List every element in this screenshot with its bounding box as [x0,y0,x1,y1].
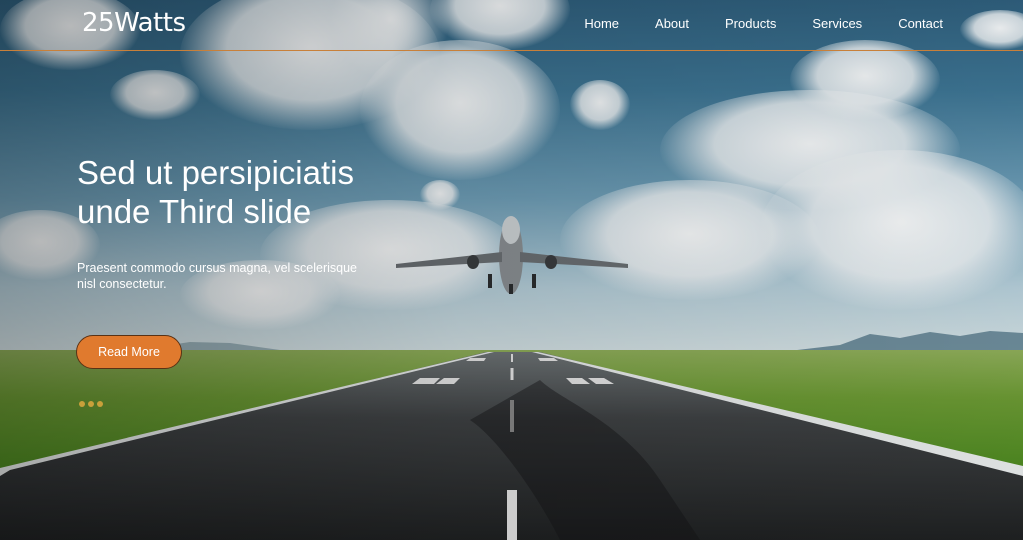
logo[interactable]: 25Watts [82,8,186,38]
hero-title: Sed ut persipiciatis unde Third slide [77,153,457,231]
hero-title-line1: Sed ut persipiciatis [77,154,354,191]
read-more-button[interactable]: Read More [76,335,182,369]
nav-contact[interactable]: Contact [880,16,1023,32]
slide-indicator-dot[interactable] [97,401,103,407]
hero-title-line2: unde Third slide [77,193,312,230]
nav-products[interactable]: Products [707,16,794,32]
site-header: 25Watts Home About Products Services Con… [0,0,1023,51]
main-nav: Home About Products Services Contact [566,16,1023,32]
slide-indicator-dot[interactable] [88,401,94,407]
nav-about[interactable]: About [637,16,707,32]
nav-home[interactable]: Home [566,16,637,32]
slide-indicators [79,401,103,407]
nav-services[interactable]: Services [794,16,880,32]
hero-description: Praesent commodo cursus magna, vel scele… [77,261,357,291]
slide-indicator-dot[interactable] [79,401,85,407]
hero-slider: 25Watts Home About Products Services Con… [0,0,1023,540]
